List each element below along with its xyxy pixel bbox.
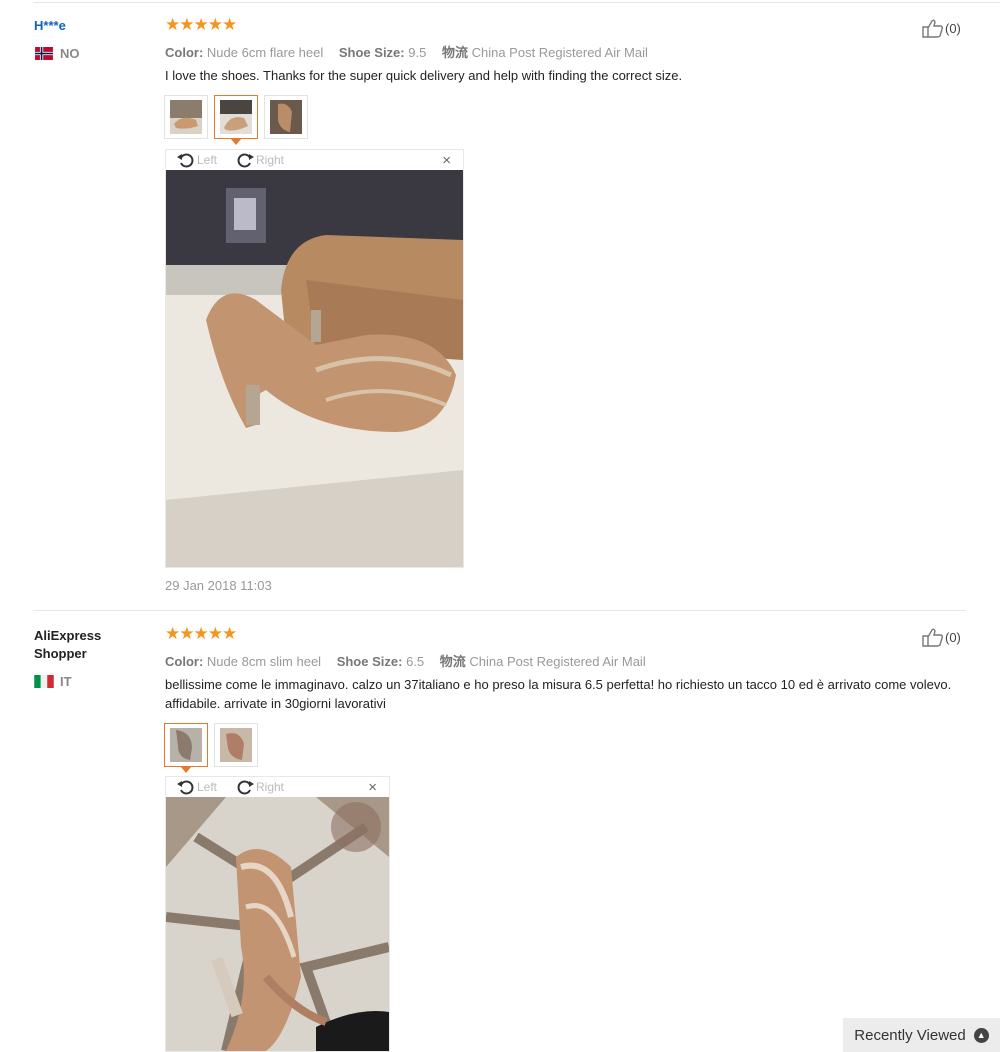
rotate-left-icon [177,780,194,795]
color-value: Nude 8cm slim heel [206,654,322,669]
review-meta: Color: Nude 6cm flare heel Shoe Size: 9.… [165,42,648,61]
review-text: I love the shoes. Thanks for the super q… [165,68,683,83]
review-text: bellissime come le immaginavo. calzo un … [165,677,952,711]
helpful-count: (0) [945,629,961,645]
star-rating: ★★★★★ [165,624,237,643]
shipping-value: China Post Registered Air Mail [469,654,646,669]
photo-thumbnails [164,723,258,773]
photo-thumbnail-selected[interactable] [214,95,258,145]
color-label: Color: [165,45,204,60]
rotate-left-label: Left [197,780,218,794]
review-photo [166,170,463,567]
photo-viewer-toolbar: Left Right × [166,777,389,797]
size-label: Shoe Size: [338,45,405,60]
rotate-right-label: Right [256,780,285,794]
photo-viewer: Left Right × [165,776,390,1052]
thumbs-up-icon [922,19,944,38]
photo-thumbnail[interactable] [164,95,208,139]
photo-thumbnails [164,95,308,145]
thumbs-up-icon [922,628,944,647]
close-icon[interactable]: × [442,152,451,169]
rotate-left-button[interactable]: Left [176,777,217,797]
country-code: IT [60,674,72,689]
size-value: 6.5 [406,654,425,669]
rotate-right-icon [237,780,254,795]
shipping-value: China Post Registered Air Mail [471,45,648,60]
rotate-right-label: Right [256,153,285,167]
shipping-label: 物流 [441,45,468,60]
review-photo [166,797,389,1051]
helpful-button[interactable]: (0) [922,18,961,38]
color-label: Color: [165,654,204,669]
recently-viewed-button[interactable]: Recently Viewed ▲ [843,1018,1000,1052]
color-value: Nude 6cm flare heel [206,45,324,60]
recently-viewed-label: Recently Viewed [854,1026,966,1044]
photo-thumbnail[interactable] [214,723,258,767]
review-date: 29 Jan 2018 11:03 [165,578,272,593]
size-value: 9.5 [408,45,427,60]
rotate-right-button[interactable]: Right [235,777,284,797]
photo-viewer-toolbar: Left Right × [166,150,463,170]
helpful-button[interactable]: (0) [922,627,961,647]
reviewer-country: IT [34,674,72,689]
close-icon[interactable]: × [368,779,377,796]
star-rating: ★★★★★ [165,15,237,34]
size-label: Shoe Size: [336,654,403,669]
flag-norway-icon [35,47,53,60]
rotate-left-label: Left [197,153,218,167]
rotate-left-icon [177,153,194,168]
helpful-count: (0) [945,20,961,36]
rotate-left-button[interactable]: Left [176,150,217,170]
review-divider [33,610,966,611]
reviewer-country: NO [34,46,80,61]
rotate-right-icon [237,153,254,168]
top-divider [33,2,1000,3]
flag-italy-icon [34,675,54,688]
reviewer-name[interactable]: H***e [34,18,66,33]
shipping-label: 物流 [439,654,466,669]
reviewer-name[interactable]: AliExpress Shopper [34,627,124,663]
chevron-up-icon: ▲ [973,1027,989,1043]
review-meta: Color: Nude 8cm slim heel Shoe Size: 6.5… [165,651,646,670]
photo-thumbnail[interactable] [264,95,308,139]
photo-viewer: Left Right × [165,149,464,568]
photo-thumbnail-selected[interactable] [164,723,208,773]
country-code: NO [60,46,80,61]
rotate-right-button[interactable]: Right [235,150,284,170]
